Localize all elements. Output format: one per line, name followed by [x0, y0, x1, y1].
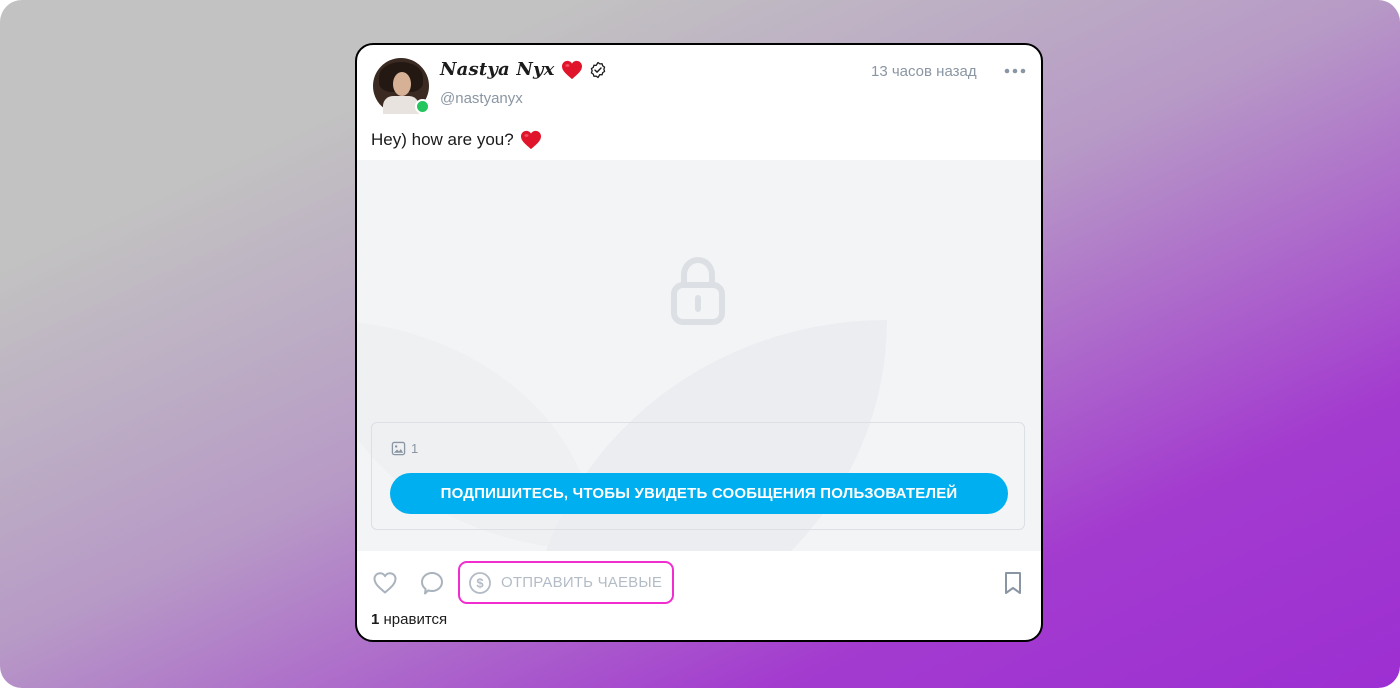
lock-icon — [671, 256, 725, 325]
verified-badge-icon — [590, 61, 605, 78]
author-name-row: Nastya Nyx — [440, 59, 607, 80]
dollar-circle-icon: $ — [469, 571, 491, 594]
locked-media-area: 1 ПОДПИШИТЕСЬ, ЧТОБЫ УВИДЕТЬ СООБЩЕНИЯ П… — [357, 160, 1041, 551]
more-horizontal-icon[interactable] — [1004, 67, 1026, 75]
author-handle[interactable]: @nastyanyx — [440, 90, 523, 107]
svg-text:$: $ — [476, 575, 484, 590]
avatar-shirt — [383, 96, 419, 114]
media-count-value: 1 — [411, 441, 419, 456]
comment-icon[interactable] — [419, 570, 445, 596]
bookmark-icon[interactable] — [1000, 570, 1026, 596]
likes-count-row: 1 нравится — [371, 611, 447, 628]
post-text-row: Hey) how are you? — [371, 130, 542, 150]
post-actions: $ ОТПРАВИТЬ ЧАЕВЫЕ — [357, 551, 1041, 611]
post-card: Nastya Nyx @nastyanyx 13 часов назад Hey… — [355, 43, 1043, 642]
subscribe-panel: 1 ПОДПИШИТЕСЬ, ЧТОБЫ УВИДЕТЬ СООБЩЕНИЯ П… — [371, 422, 1025, 530]
likes-count: 1 — [371, 611, 380, 628]
online-indicator — [415, 99, 430, 114]
background: Nastya Nyx @nastyanyx 13 часов назад Hey… — [0, 0, 1400, 688]
post-text: Hey) how are you? — [371, 130, 514, 149]
media-count: 1 — [391, 441, 418, 456]
likes-label: нравится — [383, 611, 448, 628]
heart-icon — [561, 60, 582, 79]
send-tip-label: ОТПРАВИТЬ ЧАЕВЫЕ — [501, 574, 663, 591]
heart-icon — [520, 130, 541, 150]
subscribe-button[interactable]: ПОДПИШИТЕСЬ, ЧТОБЫ УВИДЕТЬ СООБЩЕНИЯ ПОЛ… — [390, 473, 1008, 514]
heart-outline-icon[interactable] — [372, 570, 398, 596]
image-icon — [391, 441, 406, 456]
author-name[interactable]: Nastya Nyx — [440, 59, 555, 80]
send-tip-button[interactable]: $ ОТПРАВИТЬ ЧАЕВЫЕ — [458, 561, 674, 604]
avatar-face — [393, 72, 411, 96]
post-timestamp[interactable]: 13 часов назад — [871, 63, 977, 80]
